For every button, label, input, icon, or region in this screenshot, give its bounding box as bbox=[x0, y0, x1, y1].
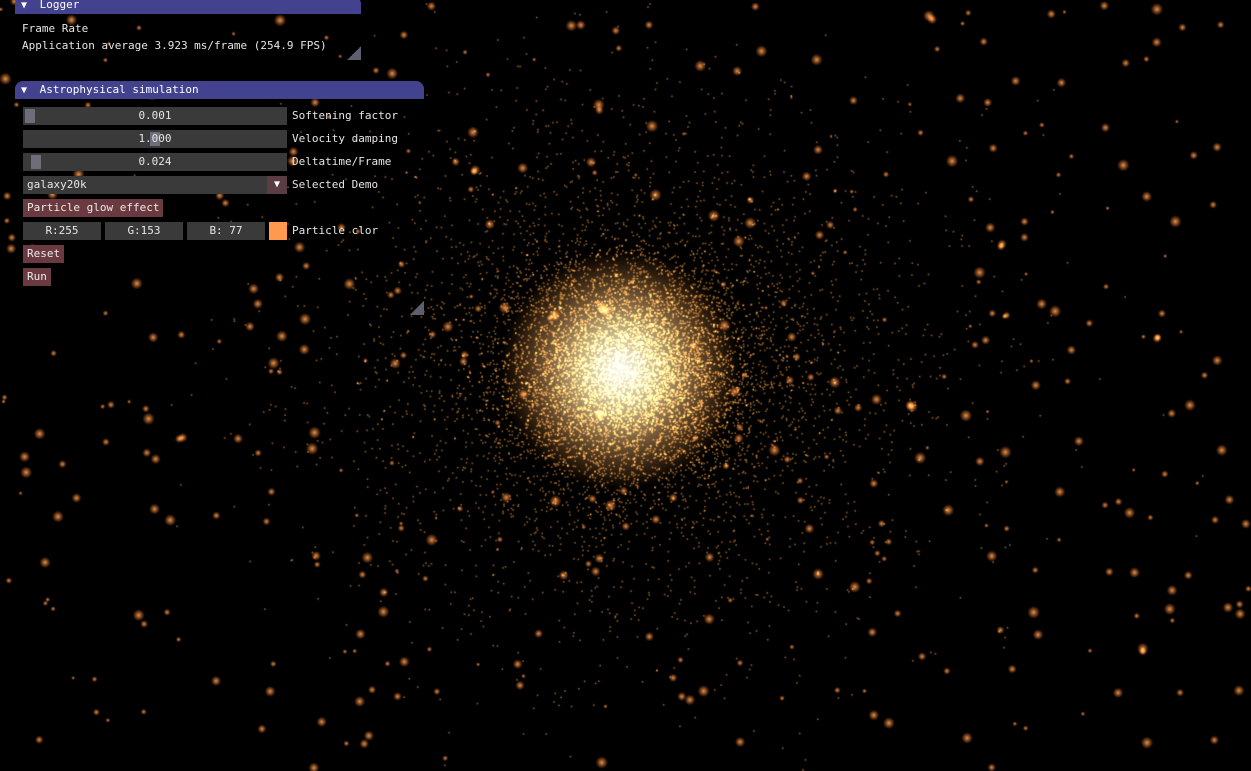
softening-row: 0.001 Softening factor bbox=[23, 107, 423, 125]
simulation-window: ▼ Astrophysical simulation 0.001 Softeni… bbox=[15, 81, 424, 315]
simulation-resize-grip-icon[interactable] bbox=[410, 301, 424, 315]
collapse-triangle-icon[interactable]: ▼ bbox=[21, 82, 33, 99]
logger-title-bar[interactable]: ▼ Logger bbox=[15, 0, 361, 14]
color-g-field[interactable]: G:153 bbox=[105, 222, 183, 240]
deltatime-slider[interactable]: 0.024 bbox=[23, 153, 287, 171]
softening-label: Softening factor bbox=[292, 109, 398, 122]
simulation-title: Astrophysical simulation bbox=[39, 83, 199, 96]
frame-rate-heading: Frame Rate bbox=[22, 22, 89, 35]
particle-glow-button[interactable]: Particle glow effect bbox=[23, 199, 164, 217]
fps-readout: Application average 3.923 ms/frame (254.… bbox=[22, 39, 327, 52]
logger-title: Logger bbox=[39, 0, 80, 11]
deltatime-row: 0.024 Deltatime/Frame bbox=[23, 153, 423, 171]
color-row: R:255 G:153 B: 77 Particle clor bbox=[23, 222, 423, 240]
damping-slider[interactable]: 1.000 bbox=[23, 130, 287, 148]
softening-slider[interactable]: 0.001 bbox=[23, 107, 287, 125]
logger-window: ▼ Logger Frame Rate Application average … bbox=[15, 0, 361, 60]
logger-resize-grip-icon[interactable] bbox=[347, 46, 361, 60]
demo-selected-value: galaxy20k bbox=[27, 178, 87, 191]
run-row: Run bbox=[23, 268, 423, 286]
reset-button[interactable]: Reset bbox=[23, 245, 65, 263]
reset-row: Reset bbox=[23, 245, 423, 263]
demo-row: galaxy20k ▼ Selected Demo bbox=[23, 176, 423, 194]
color-b-field[interactable]: B: 77 bbox=[187, 222, 265, 240]
color-swatch[interactable] bbox=[269, 222, 287, 240]
combo-arrow-icon[interactable]: ▼ bbox=[267, 176, 287, 194]
run-button[interactable]: Run bbox=[23, 268, 51, 286]
glow-row: Particle glow effect bbox=[23, 199, 423, 217]
damping-label: Velocity damping bbox=[292, 132, 398, 145]
collapse-triangle-icon[interactable]: ▼ bbox=[21, 0, 33, 14]
demo-combo[interactable]: galaxy20k ▼ bbox=[23, 176, 287, 194]
demo-label: Selected Demo bbox=[292, 178, 379, 191]
color-r-field[interactable]: R:255 bbox=[23, 222, 101, 240]
deltatime-label: Deltatime/Frame bbox=[292, 155, 392, 168]
damping-row: 1.000 Velocity damping bbox=[23, 130, 423, 148]
damping-value: 1.000 bbox=[138, 132, 172, 145]
color-label: Particle clor bbox=[292, 224, 379, 237]
softening-value: 0.001 bbox=[138, 109, 172, 122]
simulation-title-bar[interactable]: ▼ Astrophysical simulation bbox=[15, 81, 424, 99]
deltatime-value: 0.024 bbox=[138, 155, 172, 168]
